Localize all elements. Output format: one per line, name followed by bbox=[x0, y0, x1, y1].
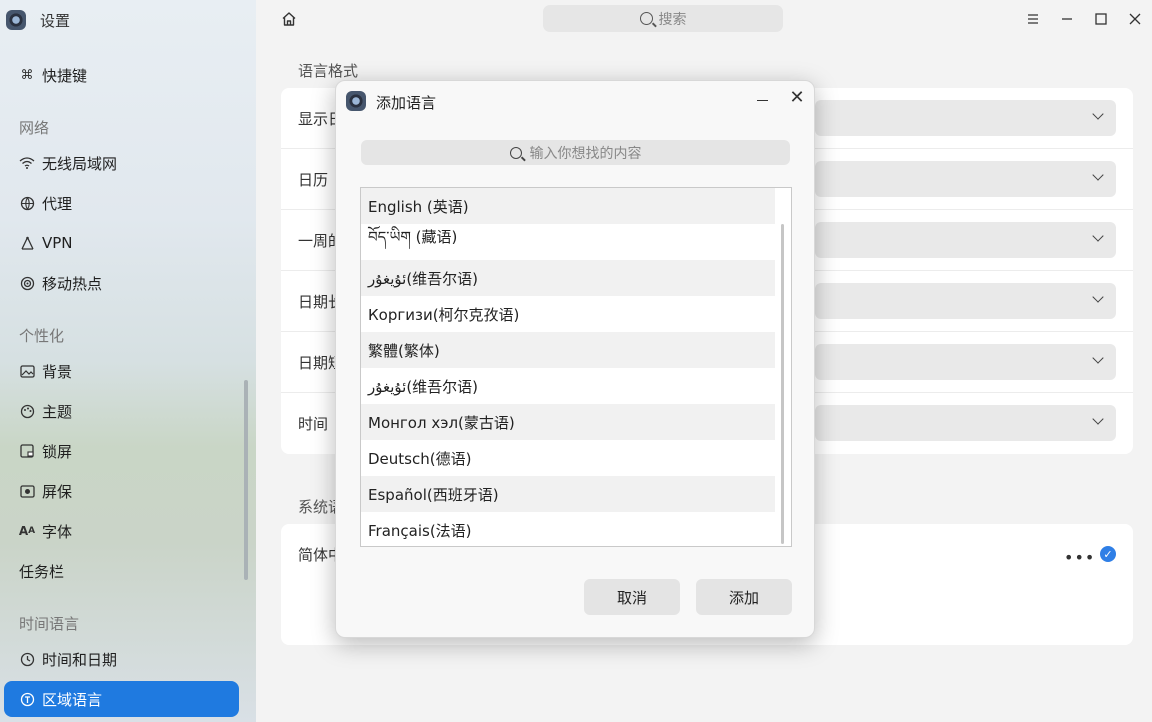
lockscreen-icon bbox=[19, 443, 35, 459]
sidebar-item-lockscreen[interactable]: 锁屏 bbox=[4, 433, 239, 469]
cancel-button[interactable]: 取消 bbox=[584, 579, 680, 615]
format-select[interactable] bbox=[815, 344, 1116, 380]
image-icon bbox=[19, 363, 35, 379]
sidebar-item-label: 无线局域网 bbox=[42, 154, 118, 173]
sidebar-item-label: 快捷键 bbox=[42, 66, 88, 85]
chevron-down-icon bbox=[1092, 108, 1104, 120]
search-placeholder: 搜索 bbox=[658, 11, 687, 28]
sidebar-category-personalization: 个性化 bbox=[19, 327, 65, 345]
sidebar-item-background[interactable]: 背景 bbox=[4, 353, 239, 389]
home-icon[interactable] bbox=[280, 10, 300, 30]
sidebar-item-label: 锁屏 bbox=[42, 442, 73, 461]
format-select[interactable] bbox=[815, 222, 1116, 258]
sidebar-item-label: 任务栏 bbox=[19, 562, 65, 581]
sidebar-item-label: 屏保 bbox=[42, 482, 73, 501]
row-label: 时间 bbox=[298, 415, 329, 433]
list-item[interactable]: ئۇيغۇر(维吾尔语) bbox=[361, 260, 775, 296]
chevron-down-icon bbox=[1092, 169, 1104, 181]
palette-icon bbox=[19, 403, 35, 419]
sidebar-item-label: 字体 bbox=[42, 522, 73, 541]
sidebar-item-proxy[interactable]: 代理 bbox=[4, 185, 239, 221]
list-item[interactable]: English (英语) bbox=[361, 188, 775, 224]
sidebar-item-screensaver[interactable]: 屏保 bbox=[4, 473, 239, 509]
maximize-icon[interactable] bbox=[1092, 10, 1110, 28]
minimize-icon[interactable] bbox=[756, 91, 770, 105]
search-placeholder: 输入你想找的内容 bbox=[529, 145, 642, 162]
font-icon: AA bbox=[18, 524, 36, 538]
format-select[interactable] bbox=[815, 161, 1116, 197]
list-scrollbar[interactable] bbox=[781, 224, 784, 544]
sidebar: 设置 ⌘ 快捷键 网络 无线局域网 代理 VPN 移动热点 个性化 背景 主题 … bbox=[0, 0, 256, 722]
settings-app-icon bbox=[6, 10, 26, 30]
sidebar-item-label: VPN bbox=[42, 234, 73, 252]
sidebar-item-label: 区域语言 bbox=[42, 690, 103, 709]
list-item[interactable]: Коргизи(柯尔克孜语) bbox=[361, 296, 775, 332]
sidebar-item-label: 背景 bbox=[42, 362, 73, 381]
chevron-down-icon bbox=[1092, 230, 1104, 242]
settings-app-icon bbox=[346, 91, 366, 111]
shortcut-icon: ⌘ bbox=[20, 67, 34, 83]
search-input[interactable]: 搜索 bbox=[543, 5, 783, 32]
add-language-dialog: 添加语言 ✕ 输入你想找的内容 English (英语) བོད་ཡིག (藏语… bbox=[335, 80, 815, 638]
chevron-down-icon bbox=[1092, 413, 1104, 425]
topbar: 搜索 bbox=[256, 0, 1152, 40]
sidebar-item-datetime[interactable]: 时间和日期 bbox=[4, 641, 239, 677]
sidebar-item-label: 主题 bbox=[42, 402, 73, 421]
region-icon bbox=[19, 691, 35, 707]
row-label: 日历 bbox=[298, 170, 329, 189]
sidebar-category-network: 网络 bbox=[19, 119, 50, 137]
sidebar-item-label: 移动热点 bbox=[42, 274, 103, 293]
list-item[interactable]: Français(法语) bbox=[361, 512, 775, 546]
search-icon bbox=[509, 146, 522, 159]
more-options-icon[interactable]: ••• bbox=[1064, 548, 1095, 567]
clock-icon bbox=[19, 651, 35, 667]
sidebar-item-taskbar[interactable]: 任务栏 bbox=[4, 553, 239, 589]
format-select[interactable] bbox=[815, 405, 1116, 441]
list-item[interactable]: Español(西班牙语) bbox=[361, 476, 775, 512]
dialog-title: 添加语言 bbox=[376, 94, 437, 112]
vpn-icon bbox=[19, 235, 35, 251]
list-item[interactable]: Deutsch(德语) bbox=[361, 440, 775, 476]
format-select[interactable] bbox=[815, 100, 1116, 136]
sidebar-item-font[interactable]: AA 字体 bbox=[4, 513, 239, 549]
list-item[interactable]: བོད་ཡིག (藏语) bbox=[361, 224, 775, 260]
list-item[interactable]: ئۇيغۇر(维吾尔语) bbox=[361, 368, 775, 404]
proxy-icon bbox=[19, 195, 35, 211]
list-item[interactable]: 繁體(繁体) bbox=[361, 332, 775, 368]
sidebar-item-shortcuts[interactable]: ⌘ 快捷键 bbox=[4, 57, 239, 93]
sidebar-item-label: 时间和日期 bbox=[42, 650, 118, 669]
sidebar-item-region-language[interactable]: 区域语言 bbox=[4, 681, 239, 717]
format-select[interactable] bbox=[815, 283, 1116, 319]
wifi-icon bbox=[19, 155, 35, 171]
hotspot-icon bbox=[19, 275, 35, 291]
sidebar-item-vpn[interactable]: VPN bbox=[4, 225, 239, 261]
section-title-language-format: 语言格式 bbox=[298, 62, 359, 80]
sidebar-item-label: 代理 bbox=[42, 194, 73, 213]
sidebar-item-hotspot[interactable]: 移动热点 bbox=[4, 265, 239, 301]
language-search-input[interactable]: 输入你想找的内容 bbox=[361, 140, 790, 165]
app-title: 设置 bbox=[40, 11, 71, 30]
sidebar-category-time-language: 时间语言 bbox=[19, 615, 80, 633]
menu-icon[interactable] bbox=[1024, 10, 1042, 28]
list-item[interactable]: Монгол хэл(蒙古语) bbox=[361, 404, 775, 440]
close-icon[interactable]: ✕ bbox=[789, 89, 805, 107]
screensaver-icon bbox=[19, 483, 35, 499]
sidebar-scrollbar[interactable] bbox=[244, 380, 248, 580]
chevron-down-icon bbox=[1092, 291, 1104, 303]
sidebar-item-theme[interactable]: 主题 bbox=[4, 393, 239, 429]
search-icon bbox=[639, 12, 653, 25]
add-button[interactable]: 添加 bbox=[696, 579, 792, 615]
sidebar-item-wifi[interactable]: 无线局域网 bbox=[4, 145, 239, 181]
close-icon[interactable] bbox=[1126, 10, 1144, 28]
sidebar-header: 设置 bbox=[0, 0, 256, 40]
check-icon: ✓ bbox=[1100, 546, 1116, 562]
chevron-down-icon bbox=[1092, 352, 1104, 364]
language-list: English (英语) བོད་ཡིག (藏语) ئۇيغۇر(维吾尔语) К… bbox=[360, 187, 792, 547]
minimize-icon[interactable] bbox=[1058, 10, 1076, 28]
